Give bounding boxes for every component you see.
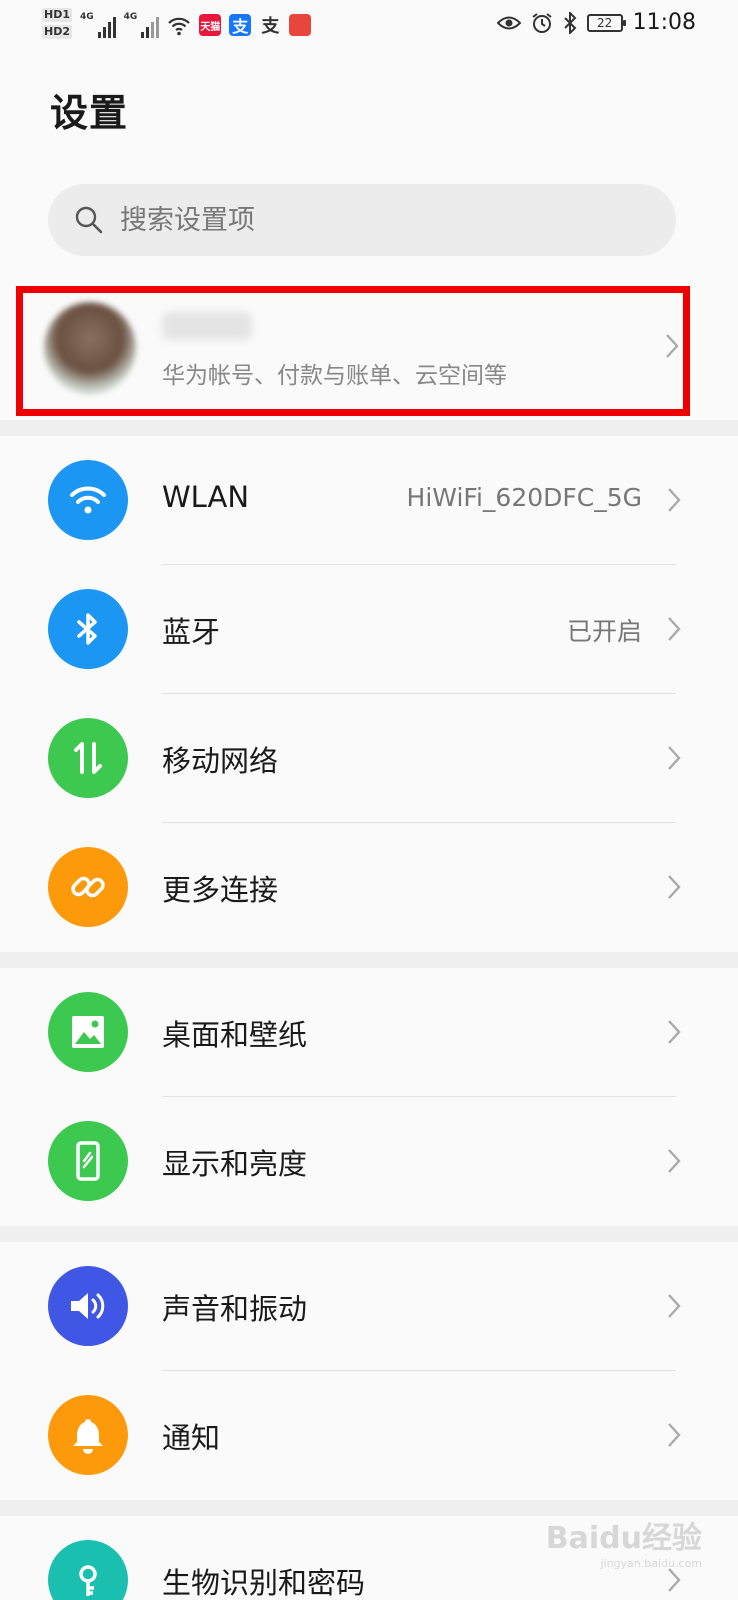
hd2-badge: HD2 bbox=[42, 25, 72, 39]
settings-item-wlan[interactable]: WLAN HiWiFi_620DFC_5G bbox=[0, 436, 738, 565]
alipay-mini-icon: 支 bbox=[261, 16, 280, 37]
settings-item-notifications[interactable]: 通知 bbox=[0, 1371, 738, 1500]
settings-item-bluetooth[interactable]: 蓝牙 已开启 bbox=[0, 565, 738, 694]
hd1-badge: HD1 bbox=[42, 8, 72, 22]
settings-item-value: 已开启 bbox=[566, 617, 642, 646]
chevron-right-icon bbox=[668, 1568, 681, 1592]
settings-item-value: HiWiFi_620DFC_5G bbox=[406, 483, 642, 512]
search-icon bbox=[75, 206, 103, 234]
watermark: Baidu经验 jingyan.baidu.com bbox=[545, 1521, 702, 1570]
chevron-right-icon bbox=[668, 1020, 681, 1044]
highlight-box bbox=[16, 286, 690, 416]
settings-item-label: 移动网络 bbox=[162, 744, 279, 778]
status-right: 22 11:08 bbox=[496, 10, 696, 35]
alarm-icon bbox=[531, 12, 552, 33]
settings-item-display-brightness[interactable]: 显示和亮度 bbox=[0, 1097, 738, 1226]
settings-item-label: 通知 bbox=[162, 1421, 221, 1455]
chevron-right-icon bbox=[668, 1423, 681, 1447]
status-bar: HD1 HD2 4G 4G 天猫 支 支 22 11:08 bbox=[0, 0, 738, 50]
sound-group: 声音和振动 通知 bbox=[0, 1242, 738, 1500]
link-icon bbox=[48, 847, 128, 927]
page-title: 设置 bbox=[50, 91, 129, 135]
chevron-right-icon bbox=[668, 1294, 681, 1318]
chevron-right-icon bbox=[668, 488, 681, 512]
chevron-right-icon bbox=[668, 875, 681, 899]
key-icon bbox=[48, 1540, 128, 1600]
settings-item-sound-vibration[interactable]: 声音和振动 bbox=[0, 1242, 738, 1371]
battery-icon: 22 bbox=[586, 13, 626, 32]
settings-item-label: 生物识别和密码 bbox=[162, 1566, 366, 1600]
cell-signal-2-icon: 4G bbox=[124, 12, 160, 38]
connections-group: WLAN HiWiFi_620DFC_5G 蓝牙 已开启 移动网络 更多连接 bbox=[0, 436, 738, 952]
search-input[interactable] bbox=[120, 204, 620, 236]
settings-item-more-connections[interactable]: 更多连接 bbox=[0, 823, 738, 952]
search-bar[interactable] bbox=[48, 184, 676, 256]
wifi-icon bbox=[48, 460, 128, 540]
image-icon bbox=[48, 992, 128, 1072]
tmall-icon: 天猫 bbox=[199, 14, 222, 36]
chevron-right-icon bbox=[668, 746, 681, 770]
alipay-icon: 支 bbox=[229, 14, 252, 36]
settings-item-label: 显示和亮度 bbox=[162, 1147, 308, 1181]
settings-item-mobile-network[interactable]: 移动网络 bbox=[0, 694, 738, 823]
section-gap bbox=[0, 1226, 738, 1242]
settings-item-label: 蓝牙 bbox=[162, 615, 221, 649]
eye-comfort-icon bbox=[496, 16, 521, 29]
hd-indicators: HD1 HD2 bbox=[42, 8, 72, 39]
section-gap bbox=[0, 420, 738, 436]
cell-signal-1-icon: 4G bbox=[80, 12, 116, 38]
phone-display-icon bbox=[48, 1121, 128, 1201]
mobile-data-icon bbox=[48, 718, 128, 798]
section-gap bbox=[0, 952, 738, 968]
chevron-right-icon bbox=[668, 1149, 681, 1173]
display-group: 桌面和壁纸 显示和亮度 bbox=[0, 968, 738, 1226]
settings-item-label: 桌面和壁纸 bbox=[162, 1018, 308, 1052]
settings-item-label: 更多连接 bbox=[162, 873, 279, 907]
settings-item-label: WLAN bbox=[162, 480, 250, 514]
settings-item-label: 声音和振动 bbox=[162, 1292, 308, 1326]
huawei-account-card[interactable]: 华为帐号、付款与账单、云空间等 bbox=[0, 282, 738, 420]
settings-item-home-wallpaper[interactable]: 桌面和壁纸 bbox=[0, 968, 738, 1097]
bluetooth-icon bbox=[48, 589, 128, 669]
clock: 11:08 bbox=[632, 10, 696, 35]
status-left: HD1 HD2 4G 4G 天猫 支 支 bbox=[42, 8, 312, 39]
bluetooth-status-icon bbox=[563, 11, 577, 34]
bell-icon bbox=[48, 1395, 128, 1475]
huawei-mall-icon bbox=[289, 14, 312, 36]
speaker-icon bbox=[48, 1266, 128, 1346]
chevron-right-icon bbox=[668, 617, 681, 641]
wifi-status-icon bbox=[168, 17, 191, 36]
